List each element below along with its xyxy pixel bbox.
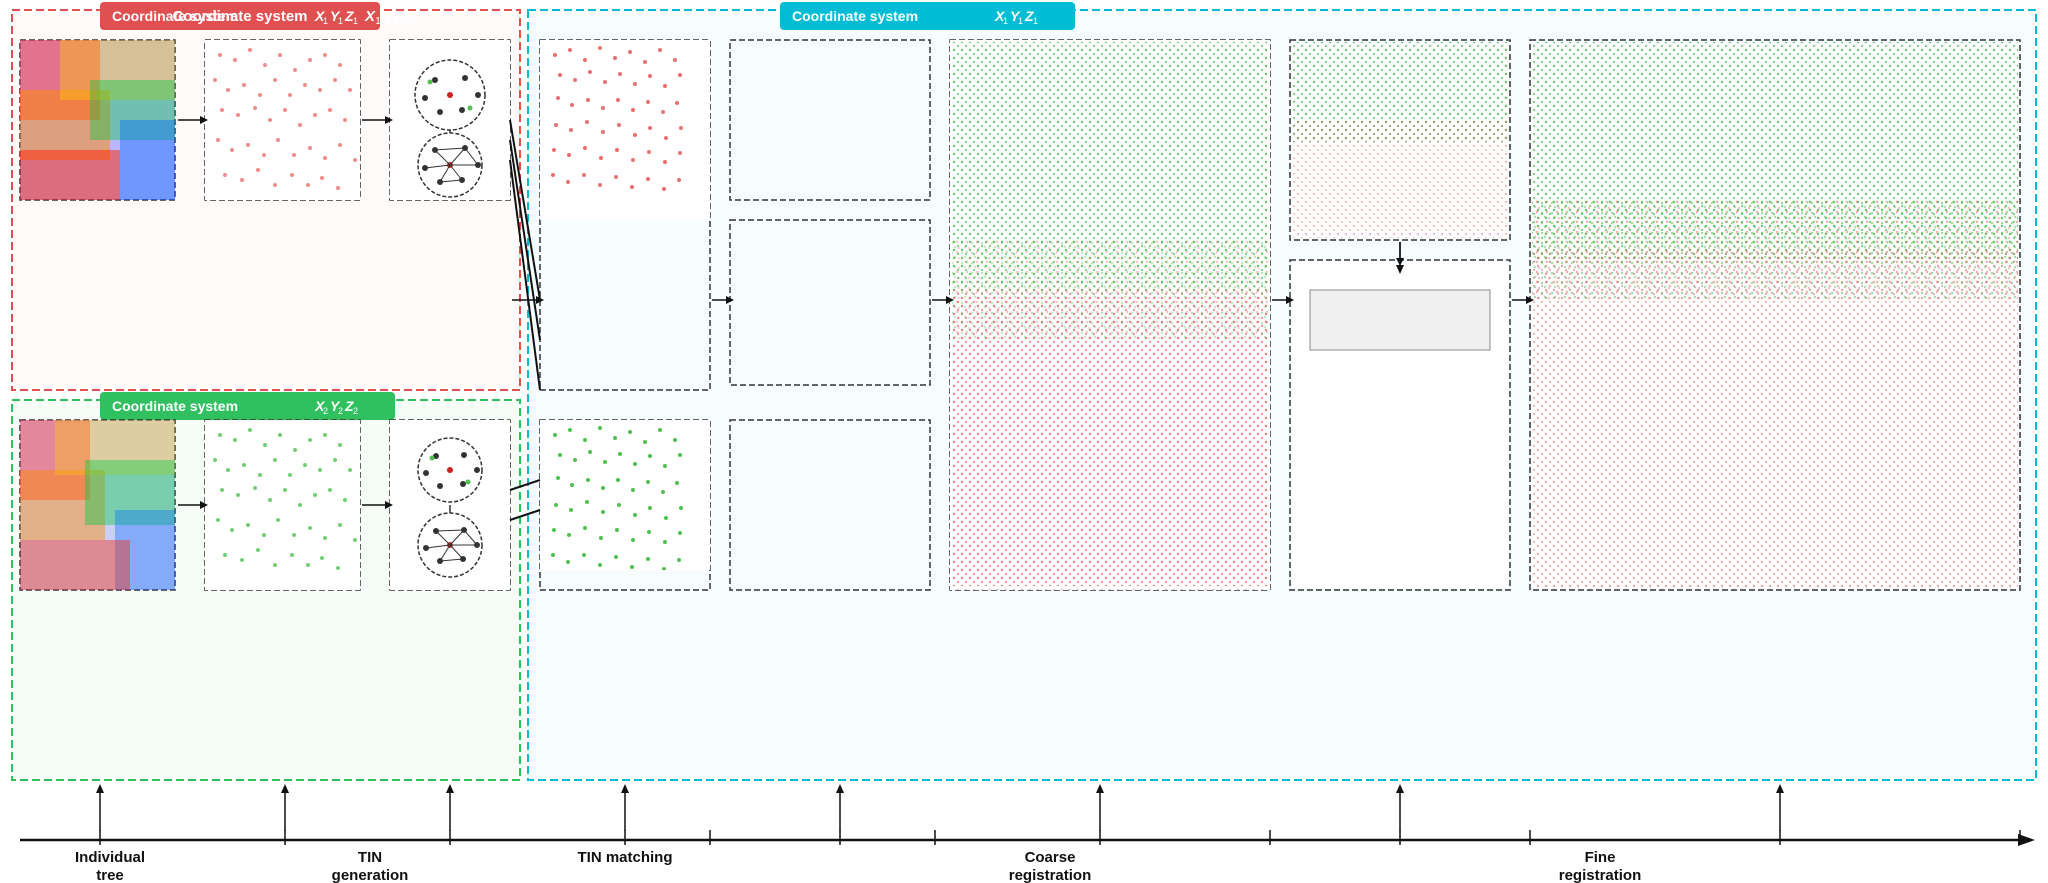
diagram-svg: Coordinate system X 1 Y 1 Z 1 Coordinate… [0, 0, 2048, 883]
svg-text:X: X [314, 8, 326, 24]
svg-text:1: 1 [393, 16, 399, 27]
svg-text:TIN matching: TIN matching [577, 849, 672, 866]
svg-text:Y: Y [330, 8, 341, 24]
svg-text:2: 2 [338, 406, 343, 416]
svg-text:1: 1 [338, 16, 343, 26]
svg-text:tree: tree [96, 867, 124, 883]
svg-text:Coordinate system: Coordinate system [112, 398, 238, 414]
svg-text:2: 2 [353, 406, 358, 416]
svg-text:1: 1 [411, 16, 417, 27]
svg-text:generation: generation [332, 867, 409, 883]
svg-text:Y: Y [383, 8, 395, 25]
svg-text:1: 1 [1003, 16, 1008, 26]
svg-text:Z: Z [344, 8, 354, 24]
main-container: Coordinate system X 1 Y 1 Z 1 Coordinate… [0, 0, 2048, 883]
svg-text:Z: Z [400, 8, 411, 25]
svg-text:X: X [994, 8, 1006, 24]
svg-text:2: 2 [323, 406, 328, 416]
svg-text:Z: Z [1024, 8, 1034, 24]
svg-text:1: 1 [353, 16, 358, 26]
svg-text:Coordinate system: Coordinate system [112, 8, 238, 24]
svg-text:Z: Z [344, 398, 354, 414]
svg-text:X: X [314, 398, 326, 414]
svg-text:Y: Y [330, 398, 341, 414]
svg-text:X: X [364, 8, 376, 25]
svg-text:Coarse: Coarse [1025, 849, 1076, 866]
svg-text:1: 1 [1018, 16, 1023, 26]
svg-text:1: 1 [1033, 16, 1038, 26]
svg-text:Individual: Individual [75, 849, 145, 866]
svg-text:Y: Y [1010, 8, 1021, 24]
svg-text:Fine: Fine [1585, 849, 1616, 866]
svg-text:TIN: TIN [358, 849, 382, 866]
svg-text:Coordinate system: Coordinate system [792, 8, 918, 24]
svg-text:1: 1 [323, 16, 328, 26]
svg-text:registration: registration [1009, 867, 1092, 883]
svg-text:registration: registration [1559, 867, 1642, 883]
svg-text:Coordinate system: Coordinate system [172, 8, 307, 25]
svg-text:1: 1 [375, 16, 381, 27]
